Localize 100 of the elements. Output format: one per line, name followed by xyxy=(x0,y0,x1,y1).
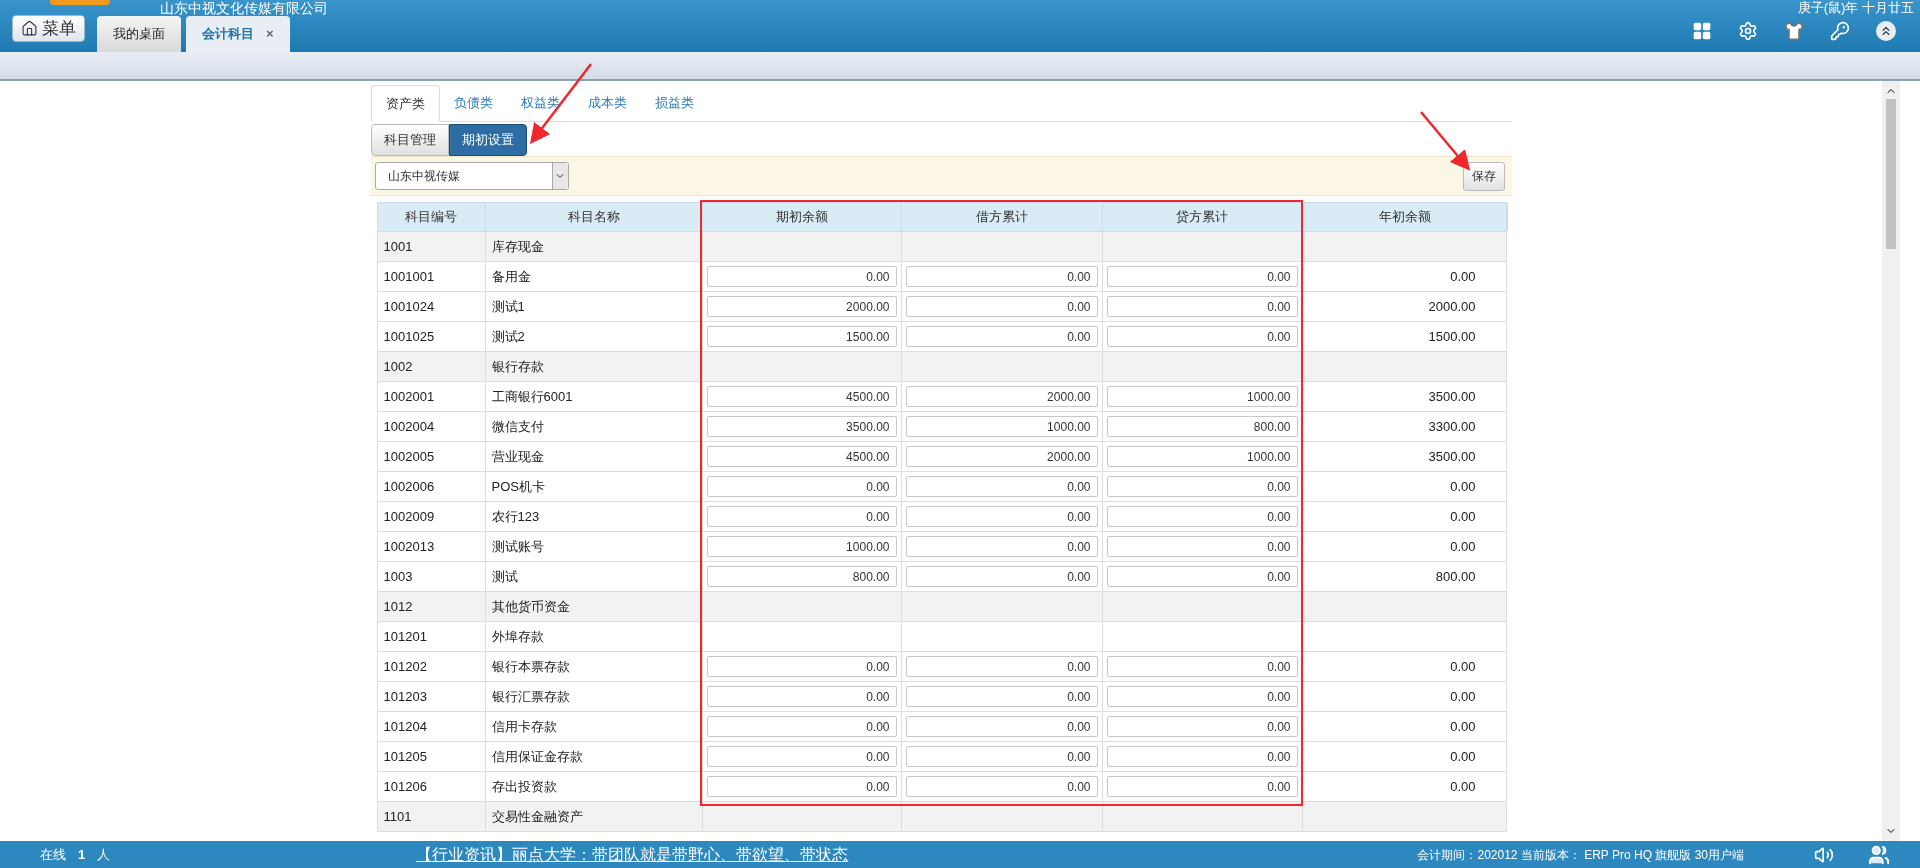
menu-button[interactable]: 菜单 xyxy=(12,15,85,42)
table-cell-text: 0.00 xyxy=(1450,717,1476,736)
table-cell: 1012 xyxy=(377,592,486,621)
amount-field[interactable]: 0.00 xyxy=(706,776,897,797)
amount-field[interactable]: 0.00 xyxy=(706,746,897,767)
table-cell: 1001 xyxy=(377,232,486,261)
table-cell: 101204 xyxy=(377,712,486,741)
table-cell-text: 0.00 xyxy=(1450,687,1476,706)
table-cell-text: 1500.00 xyxy=(1428,327,1476,346)
company-select[interactable]: 山东中视传媒 xyxy=(374,162,569,190)
amount-field[interactable]: 3500.00 xyxy=(706,416,897,437)
save-button[interactable]: 保存 xyxy=(1462,161,1505,191)
table-cell-text: 3500.00 xyxy=(1428,447,1476,466)
amount-field[interactable]: 0.00 xyxy=(905,476,1098,497)
amount-field[interactable]: 0.00 xyxy=(905,566,1098,587)
table-cell-text: 3500.00 xyxy=(1428,387,1476,406)
amount-field[interactable]: 800.00 xyxy=(1106,416,1298,437)
table-cell: 1001024 xyxy=(377,292,486,321)
settings-icon[interactable] xyxy=(1738,21,1758,41)
table-cell: 银行汇票存款 xyxy=(485,682,703,711)
table-cell: 1001001 xyxy=(377,262,486,291)
table-cell: 测试1 xyxy=(485,292,703,321)
amount-field[interactable]: 0.00 xyxy=(706,266,897,287)
amount-field[interactable]: 4500.00 xyxy=(706,386,897,407)
amount-field[interactable]: 0.00 xyxy=(706,476,897,497)
table-cell: 信用保证金存款 xyxy=(485,742,703,771)
amount-field[interactable]: 0.00 xyxy=(905,296,1098,317)
amount-field[interactable]: 2000.00 xyxy=(706,296,897,317)
amount-field[interactable]: 0.00 xyxy=(1106,506,1298,527)
amount-field[interactable]: 0.00 xyxy=(905,506,1098,527)
amount-field[interactable]: 0.00 xyxy=(1106,776,1298,797)
table-cell: 1003 xyxy=(377,562,486,591)
company-name: 山东中视文化传媒有限公司 xyxy=(160,1,328,15)
column-header: 借方累计 xyxy=(901,203,1103,231)
amount-field[interactable]: 0.00 xyxy=(905,716,1098,737)
table-cell: 营业现金 xyxy=(485,442,703,471)
amount-field[interactable]: 0.00 xyxy=(905,536,1098,557)
mode-button[interactable]: 期初设置 xyxy=(448,124,527,156)
amount-field[interactable]: 1000.00 xyxy=(1106,386,1298,407)
page-tab[interactable]: 我的桌面 xyxy=(97,16,181,52)
column-header: 贷方累计 xyxy=(1102,203,1303,231)
amount-field[interactable]: 0.00 xyxy=(905,776,1098,797)
news-link[interactable]: 【行业资讯】丽点大学：带团队就是带野心、带欲望、带状态 xyxy=(416,842,849,867)
amount-field[interactable]: 0.00 xyxy=(1106,476,1298,497)
category-tab[interactable]: 资产类 xyxy=(370,85,440,122)
shirt-icon[interactable] xyxy=(1784,21,1804,41)
amount-field[interactable]: 0.00 xyxy=(905,686,1098,707)
amount-field[interactable]: 0.00 xyxy=(706,716,897,737)
amount-field[interactable]: 0.00 xyxy=(1106,326,1298,347)
amount-field[interactable]: 0.00 xyxy=(905,746,1098,767)
table-cell: 1002004 xyxy=(377,412,486,441)
amount-field[interactable]: 2000.00 xyxy=(905,446,1098,467)
key-icon[interactable] xyxy=(1830,21,1850,41)
table-cell: 1002001 xyxy=(377,382,486,411)
table-cell: 101206 xyxy=(377,772,486,801)
amount-field[interactable]: 1000.00 xyxy=(706,536,897,557)
table-cell: 农行123 xyxy=(485,502,703,531)
amount-field[interactable]: 1500.00 xyxy=(706,326,897,347)
logo-mark xyxy=(50,0,110,5)
add-widget-icon[interactable] xyxy=(1692,21,1712,41)
amount-field[interactable]: 0.00 xyxy=(905,326,1098,347)
table-cell: 1002013 xyxy=(377,532,486,561)
table-cell: 微信支付 xyxy=(485,412,703,441)
amount-field[interactable]: 0.00 xyxy=(1106,746,1298,767)
users-icon[interactable] xyxy=(1868,843,1890,866)
amount-field[interactable]: 0.00 xyxy=(1106,686,1298,707)
amount-field[interactable]: 0.00 xyxy=(706,656,897,677)
amount-field[interactable]: 1000.00 xyxy=(905,416,1098,437)
amount-field[interactable]: 0.00 xyxy=(1106,296,1298,317)
amount-field[interactable]: 0.00 xyxy=(1106,716,1298,737)
amount-field[interactable]: 0.00 xyxy=(1106,656,1298,677)
page-tab[interactable]: 会计科目 × xyxy=(186,16,290,52)
scroll-thumb[interactable] xyxy=(1886,99,1896,249)
table-cell-text: 0.00 xyxy=(1450,537,1476,556)
amount-field[interactable]: 0.00 xyxy=(1106,536,1298,557)
category-tab[interactable]: 权益类 xyxy=(506,84,574,121)
category-tab[interactable]: 负债类 xyxy=(439,84,507,121)
amount-field[interactable]: 0.00 xyxy=(905,266,1098,287)
table-cell-text: 0.00 xyxy=(1450,777,1476,796)
amount-field[interactable]: 800.00 xyxy=(706,566,897,587)
amount-field[interactable]: 4500.00 xyxy=(706,446,897,467)
mode-button[interactable]: 科目管理 xyxy=(370,124,449,156)
table-cell: 1002005 xyxy=(377,442,486,471)
collapse-icon[interactable] xyxy=(1876,21,1896,41)
category-tab[interactable]: 损益类 xyxy=(640,84,708,121)
category-tab[interactable]: 成本类 xyxy=(573,84,641,121)
amount-field[interactable]: 1000.00 xyxy=(1106,446,1298,467)
amount-field[interactable]: 0.00 xyxy=(1106,266,1298,287)
column-header: 年初余额 xyxy=(1302,203,1508,231)
table-cell: 存出投资款 xyxy=(485,772,703,801)
volume-icon[interactable] xyxy=(1814,844,1834,865)
amount-field[interactable]: 0.00 xyxy=(706,686,897,707)
amount-field[interactable]: 2000.00 xyxy=(905,386,1098,407)
close-tab-button[interactable]: × xyxy=(266,24,274,44)
amount-field[interactable]: 0.00 xyxy=(706,506,897,527)
column-header: 科目编号 xyxy=(377,203,486,231)
column-header: 期初余额 xyxy=(702,203,902,231)
table-cell: 101203 xyxy=(377,682,486,711)
amount-field[interactable]: 0.00 xyxy=(1106,566,1298,587)
amount-field[interactable]: 0.00 xyxy=(905,656,1098,677)
